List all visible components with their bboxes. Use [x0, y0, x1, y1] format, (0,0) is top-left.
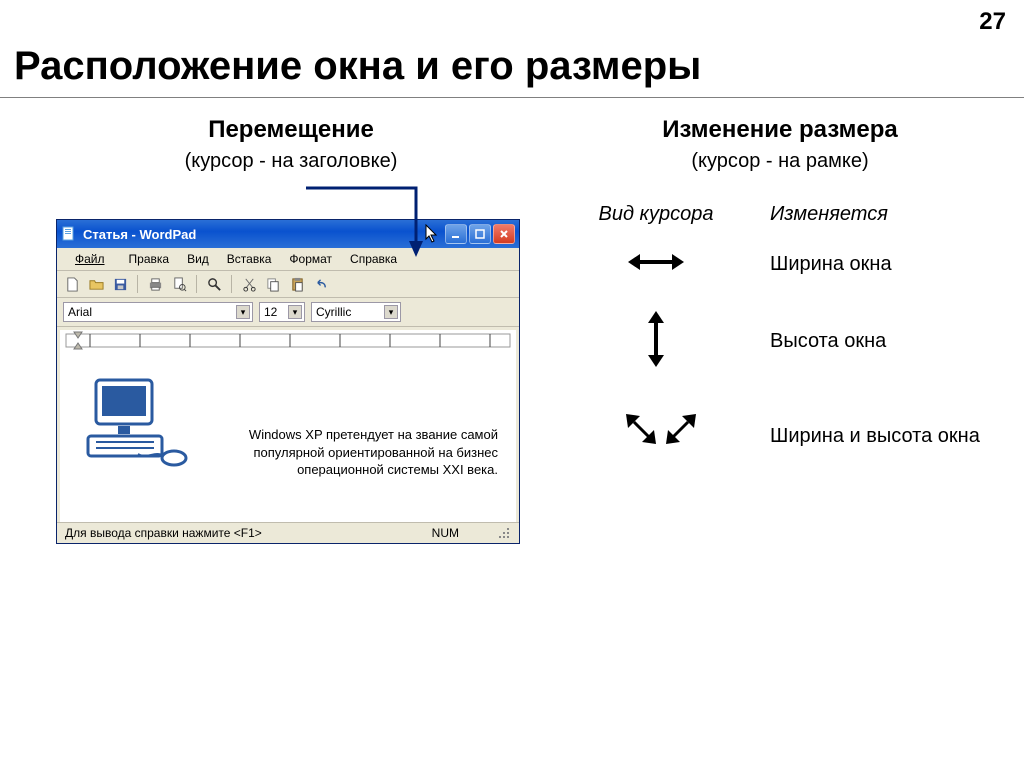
- chevron-down-icon[interactable]: ▾: [384, 305, 398, 319]
- wordpad-body-text: Windows XP претендует на звание самой по…: [206, 370, 498, 479]
- open-icon[interactable]: [87, 275, 105, 293]
- script-combo-value: Cyrillic: [316, 305, 351, 319]
- table-row: Ширина и высота окна: [556, 404, 1004, 469]
- table-row: Ширина окна: [556, 250, 1004, 279]
- size-combo[interactable]: 12 ▾: [259, 302, 305, 322]
- table-head-cursor-view: Вид курсора: [556, 203, 756, 226]
- menu-format[interactable]: Формат: [283, 250, 338, 268]
- computer-clipart-icon: [82, 370, 192, 483]
- wordpad-menu[interactable]: Файл Правка Вид Вставка Формат Справка: [57, 248, 519, 271]
- script-combo[interactable]: Cyrillic ▾: [311, 302, 401, 322]
- copy-icon[interactable]: [264, 275, 282, 293]
- left-subheader: Перемещение: [56, 116, 526, 144]
- resize-grip-icon[interactable]: [495, 526, 511, 540]
- paste-icon[interactable]: [288, 275, 306, 293]
- wordpad-window[interactable]: Статья - WordPad: [56, 219, 520, 544]
- chevron-down-icon[interactable]: ▾: [236, 305, 250, 319]
- cut-icon[interactable]: [240, 275, 258, 293]
- maximize-button[interactable]: [469, 224, 491, 244]
- right-subheader: Изменение размера: [556, 116, 1004, 144]
- font-combo-value: Arial: [68, 305, 92, 319]
- save-icon[interactable]: [111, 275, 129, 293]
- right-caption: (курсор - на рамке): [556, 150, 1004, 173]
- wordpad-app-icon: [61, 226, 77, 242]
- new-icon[interactable]: [63, 275, 81, 293]
- undo-icon[interactable]: [312, 275, 330, 293]
- page-number: 27: [979, 8, 1006, 36]
- cursor-pointer-icon: [425, 224, 439, 244]
- table-row: Высота окна: [556, 309, 1004, 374]
- resize-horizontal-icon: [626, 250, 686, 279]
- resize-diagonal-icon: [616, 404, 696, 469]
- cursor-table: Вид курсора Изменяется Ширина окна: [556, 203, 1004, 469]
- table-head-changes: Изменяется: [756, 203, 1004, 226]
- row-label-both: Ширина и высота окна: [756, 425, 1004, 448]
- size-combo-value: 12: [264, 305, 277, 319]
- menu-insert[interactable]: Вставка: [221, 250, 278, 268]
- preview-icon[interactable]: [170, 275, 188, 293]
- wordpad-document[interactable]: Windows XP претендует на звание самой по…: [60, 352, 516, 522]
- wordpad-title-text: Статья - WordPad: [83, 227, 196, 242]
- row-label-height: Высота окна: [756, 330, 1004, 353]
- left-caption: (курсор - на заголовке): [56, 150, 526, 173]
- menu-edit[interactable]: Правка: [123, 250, 176, 268]
- close-button[interactable]: [493, 224, 515, 244]
- print-icon[interactable]: [146, 275, 164, 293]
- wordpad-format-bar: Arial ▾ 12 ▾ Cyrillic ▾: [57, 298, 519, 327]
- wordpad-toolbar: [57, 271, 519, 298]
- menu-help[interactable]: Справка: [344, 250, 403, 268]
- row-label-width: Ширина окна: [756, 253, 1004, 276]
- ruler[interactable]: [60, 330, 516, 352]
- title-underline: [0, 97, 1024, 98]
- numlock-indicator: NUM: [432, 526, 459, 540]
- menu-file[interactable]: Файл: [63, 250, 117, 268]
- font-combo[interactable]: Arial ▾: [63, 302, 253, 322]
- find-icon[interactable]: [205, 275, 223, 293]
- status-text: Для вывода справки нажмите <F1>: [65, 526, 262, 540]
- menu-view[interactable]: Вид: [181, 250, 215, 268]
- minimize-button[interactable]: [445, 224, 467, 244]
- resize-vertical-icon: [644, 309, 668, 374]
- chevron-down-icon[interactable]: ▾: [288, 305, 302, 319]
- wordpad-statusbar: Для вывода справки нажмите <F1> NUM: [57, 522, 519, 543]
- wordpad-titlebar[interactable]: Статья - WordPad: [57, 220, 519, 248]
- slide-title: Расположение окна и его размеры: [0, 0, 1024, 97]
